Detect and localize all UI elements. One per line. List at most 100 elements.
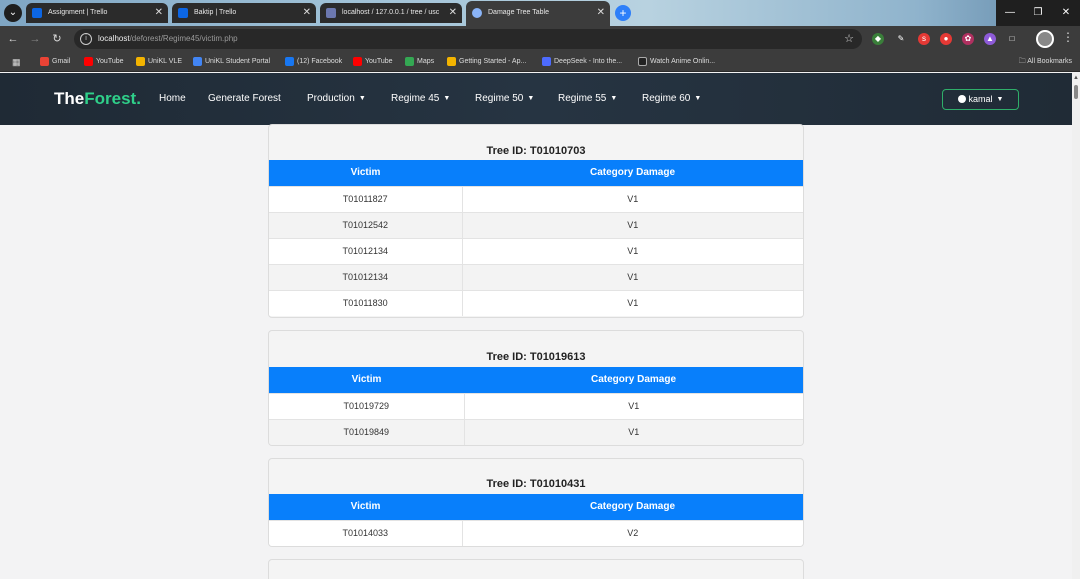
table-row: T01019849 V1 xyxy=(269,418,803,445)
address-bar[interactable]: i localhost/deforest/Regime45/victim.php… xyxy=(74,29,862,49)
tab-title: Baktip | Trello xyxy=(194,9,237,16)
apps-grid-icon[interactable]: ▦ xyxy=(12,52,21,72)
anime-icon xyxy=(638,57,647,66)
nav-regime-50-dropdown[interactable]: Regime 50 ▼ xyxy=(475,93,534,104)
victim-cell: T01012134 xyxy=(269,237,463,264)
tab-title: Assignment | Trello xyxy=(48,9,108,16)
user-menu-button[interactable]: kamal ▼ xyxy=(942,89,1019,110)
new-tab-button[interactable]: + xyxy=(615,5,631,21)
bookmark-item[interactable]: UniKL VLE xyxy=(136,52,182,72)
damage-table-card xyxy=(268,559,804,579)
scroll-thumb[interactable] xyxy=(1074,85,1078,99)
bookmark-item[interactable]: DeepSeek - Into the... xyxy=(542,52,622,72)
youtube-icon xyxy=(84,57,93,66)
user-icon xyxy=(957,95,966,103)
trello-icon xyxy=(178,8,188,18)
restore-icon[interactable]: ❐ xyxy=(1024,0,1052,26)
minimize-icon[interactable]: — xyxy=(996,0,1024,26)
browser-tab[interactable]: Baktip | Trello ✕ xyxy=(172,3,316,23)
extension-icon[interactable]: ✿ xyxy=(962,33,974,45)
close-icon[interactable]: ✕ xyxy=(303,3,311,23)
table-row: T01012134 V1 xyxy=(269,263,803,290)
phpmyadmin-icon xyxy=(326,8,336,18)
nav-production-dropdown[interactable]: Production ▼ xyxy=(307,93,366,104)
damage-cell: V1 xyxy=(462,289,803,316)
nav-regime-45-dropdown[interactable]: Regime 45 ▼ xyxy=(391,93,450,104)
close-icon[interactable]: ✕ xyxy=(597,1,605,25)
facebook-icon xyxy=(285,57,294,66)
tab-title: localhost / 127.0.0.1 / tree / usc xyxy=(342,9,440,16)
bookmark-item[interactable]: YouTube xyxy=(353,52,393,72)
table-row: T01012542 V1 xyxy=(269,211,803,238)
damage-cell: V1 xyxy=(462,237,803,264)
site-info-icon[interactable]: i xyxy=(80,33,92,45)
youtube-icon xyxy=(353,57,362,66)
browser-tab-active[interactable]: Damage Tree Table ✕ xyxy=(466,1,610,26)
bookmark-item[interactable]: Watch Anime Onlin... xyxy=(638,52,715,72)
damage-cell: V1 xyxy=(462,185,803,212)
pen-icon[interactable]: ✎ xyxy=(895,33,907,45)
table-row: T01019729 V1 xyxy=(269,392,803,419)
all-bookmarks-button[interactable]: 🗀 All Bookmarks xyxy=(1019,52,1072,72)
damage-table-card: Tree ID: T01010703 Victim Category Damag… xyxy=(268,124,804,318)
tree-id-title: Tree ID: T01010703 xyxy=(486,145,586,157)
damage-cell: V1 xyxy=(462,211,803,238)
close-icon[interactable]: ✕ xyxy=(449,3,457,23)
bookmark-item[interactable]: YouTube xyxy=(84,52,124,72)
table-row: T01014033 V2 xyxy=(269,519,803,546)
browser-tab-bar: ⌄ Assignment | Trello ✕ Baktip | Trello … xyxy=(0,0,1080,26)
profile-avatar[interactable] xyxy=(1036,30,1054,48)
victim-cell: T01012134 xyxy=(269,263,463,290)
tree-id-title: Tree ID: T01019613 xyxy=(486,351,586,363)
window-close-icon[interactable]: ✕ xyxy=(1052,0,1080,26)
bookmark-item[interactable]: Gmail xyxy=(40,52,70,72)
scroll-up-icon[interactable]: ▲ xyxy=(1073,75,1079,81)
maps-icon xyxy=(405,57,414,66)
caret-down-icon: ▼ xyxy=(358,95,366,102)
bookmark-star-icon[interactable]: ☆ xyxy=(844,29,854,49)
bookmark-item[interactable]: UniKL Student Portal xyxy=(193,52,270,72)
menu-icon[interactable]: ⋮ xyxy=(1062,30,1074,44)
record-icon[interactable]: ● xyxy=(940,33,952,45)
extensions-puzzle-icon[interactable]: □ xyxy=(1006,33,1018,45)
page-scrollbar[interactable]: ▲ xyxy=(1072,73,1080,579)
globe-icon xyxy=(472,8,482,18)
victim-cell: T01019849 xyxy=(269,418,465,445)
table-row: T01012134 V1 xyxy=(269,237,803,264)
bookmark-item[interactable]: Maps xyxy=(405,52,434,72)
table-row: T01011830 V1 xyxy=(269,289,803,316)
reload-icon[interactable]: ↻ xyxy=(48,30,66,48)
back-icon[interactable]: ← xyxy=(4,30,22,48)
extension-icon[interactable]: s xyxy=(918,33,930,45)
app-navbar: TheForest. Home Generate Forest Producti… xyxy=(0,73,1072,125)
column-header-category-damage: Category Damage xyxy=(464,367,803,393)
brand-logo[interactable]: TheForest. xyxy=(54,89,141,109)
bookmark-item[interactable]: Getting Started - Ap... xyxy=(447,52,526,72)
shield-icon[interactable]: ▲ xyxy=(984,33,996,45)
nav-generate-forest[interactable]: Generate Forest xyxy=(208,93,281,104)
tab-search-icon[interactable]: ⌄ xyxy=(4,4,22,22)
caret-down-icon: ▼ xyxy=(527,95,535,102)
close-icon[interactable]: ✕ xyxy=(155,3,163,23)
table-row: T01011827 V1 xyxy=(269,185,803,212)
victim-cell: T01012542 xyxy=(269,211,463,238)
extension-icon[interactable]: ◆ xyxy=(872,33,884,45)
damage-table: Victim Category Damage T01019729 V1 T0101… xyxy=(269,367,803,445)
bookmark-item[interactable]: (12) Facebook xyxy=(285,52,342,72)
browser-tab[interactable]: localhost / 127.0.0.1 / tree / usc ✕ xyxy=(320,3,462,23)
damage-cell: V2 xyxy=(462,519,803,546)
damage-table-card: Tree ID: T01019613 Victim Category Damag… xyxy=(268,330,804,446)
damage-table: Victim Category Damage T01011827 V1 T0101… xyxy=(269,160,803,316)
nav-regime-60-dropdown[interactable]: Regime 60 ▼ xyxy=(642,93,701,104)
victim-cell: T01019729 xyxy=(269,392,465,419)
nav-regime-55-dropdown[interactable]: Regime 55 ▼ xyxy=(558,93,617,104)
nav-home[interactable]: Home xyxy=(159,93,186,104)
damage-cell: V1 xyxy=(464,392,803,419)
folder-icon: 🗀 xyxy=(1018,58,1028,65)
browser-tab[interactable]: Assignment | Trello ✕ xyxy=(26,3,168,23)
caret-down-icon: ▼ xyxy=(443,95,451,102)
victim-cell: T01014033 xyxy=(269,519,463,546)
bookmark-icon xyxy=(447,57,456,66)
damage-table: Victim Category Damage T01014033 V2 xyxy=(269,494,803,546)
forward-icon[interactable]: → xyxy=(26,30,44,48)
